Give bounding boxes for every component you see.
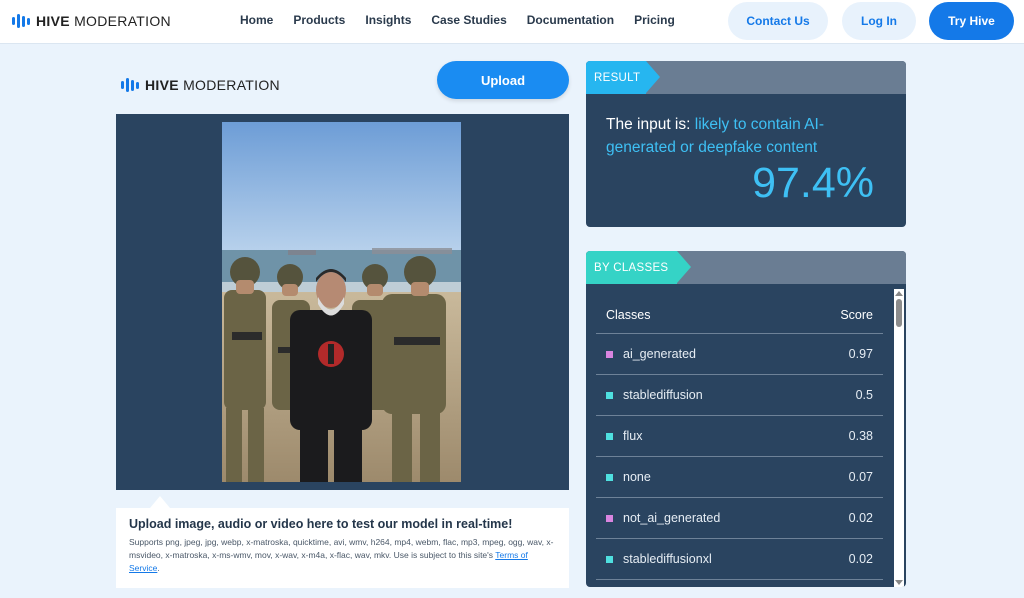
nav-insights[interactable]: Insights	[365, 13, 411, 27]
photo-image	[222, 122, 461, 482]
terms-period: .	[157, 563, 160, 573]
column-classes: Classes	[606, 308, 651, 322]
logo-text: MODERATION	[74, 13, 171, 29]
caption-pointer	[150, 496, 170, 508]
class-swatch	[606, 350, 613, 358]
class-swatch	[606, 555, 613, 563]
nav-documentation[interactable]: Documentation	[527, 13, 614, 27]
classes-card: BY CLASSES Classes Score ai_generated 0.…	[586, 251, 906, 587]
class-swatch	[606, 514, 613, 522]
classes-table-header: Classes Score	[596, 297, 883, 334]
class-swatch	[606, 473, 613, 481]
class-score: 0.02	[848, 552, 873, 566]
class-score: 0.97	[848, 347, 873, 361]
class-swatch	[606, 391, 613, 399]
class-name: stablediffusionxl	[623, 552, 712, 566]
result-card: RESULT The input is: likely to contain A…	[586, 61, 906, 227]
top-nav: HIVE MODERATION Home Products Insights C…	[0, 0, 1024, 44]
class-score: 0.5	[855, 388, 873, 402]
result-percentage: 97.4%	[752, 159, 874, 207]
table-row: flux 0.38	[596, 416, 883, 457]
contact-us-button[interactable]: Contact Us	[728, 2, 828, 40]
upload-button[interactable]: Upload	[437, 61, 569, 99]
scroll-thumb[interactable]	[896, 299, 902, 327]
logo-bold-text: HIVE	[145, 77, 179, 93]
table-row: not_ai_generated 0.02	[596, 498, 883, 539]
classes-card-header: BY CLASSES	[586, 251, 906, 284]
scroll-up-arrow-icon[interactable]	[895, 291, 903, 296]
caption-text: Supports png, jpeg, jpg, webp, x-matrosk…	[129, 536, 556, 575]
log-in-button[interactable]: Log In	[842, 2, 916, 40]
table-row: stablediffusionxl 0.02	[596, 539, 883, 580]
class-swatch	[606, 432, 613, 440]
table-row: none 0.07	[596, 457, 883, 498]
class-name: stablediffusion	[623, 388, 703, 402]
result-prefix: The input is:	[606, 116, 691, 133]
classes-table: Classes Score ai_generated 0.97 stabledi…	[596, 297, 883, 580]
class-score: 0.07	[848, 470, 873, 484]
result-card-header: RESULT	[586, 61, 906, 94]
by-classes-tag: BY CLASSES	[586, 251, 691, 284]
logo-bold-text: HIVE	[36, 13, 70, 29]
class-score: 0.02	[848, 511, 873, 525]
try-hive-button[interactable]: Try Hive	[929, 2, 1014, 40]
nav-pricing[interactable]: Pricing	[634, 13, 675, 27]
result-tag: RESULT	[586, 61, 660, 94]
hive-logo-icon	[12, 14, 30, 28]
uploaded-photo	[222, 122, 461, 482]
class-name: none	[623, 470, 651, 484]
result-statement: The input is: likely to contain AI-gener…	[606, 113, 886, 159]
nav-case-studies[interactable]: Case Studies	[431, 13, 506, 27]
hive-logo[interactable]: HIVE MODERATION	[12, 13, 171, 29]
panel-logo: HIVE MODERATION	[121, 77, 280, 93]
class-name: not_ai_generated	[623, 511, 721, 525]
class-score: 0.38	[848, 429, 873, 443]
classes-scrollbar[interactable]	[894, 289, 904, 587]
scroll-down-arrow-icon[interactable]	[895, 580, 903, 585]
media-preview[interactable]	[116, 114, 569, 490]
hive-logo-icon	[121, 78, 139, 92]
table-row: ai_generated 0.97	[596, 334, 883, 375]
upload-caption: Upload image, audio or video here to tes…	[116, 508, 569, 588]
table-row: stablediffusion 0.5	[596, 375, 883, 416]
supported-formats-text: Supports png, jpeg, jpg, webp, x-matrosk…	[129, 537, 554, 560]
nav-links: Home Products Insights Case Studies Docu…	[240, 13, 675, 27]
nav-home[interactable]: Home	[240, 13, 273, 27]
column-score: Score	[840, 308, 873, 322]
class-name: ai_generated	[623, 347, 696, 361]
class-name: flux	[623, 429, 643, 443]
nav-products[interactable]: Products	[293, 13, 345, 27]
caption-title: Upload image, audio or video here to tes…	[129, 517, 513, 531]
logo-text: MODERATION	[183, 77, 280, 93]
